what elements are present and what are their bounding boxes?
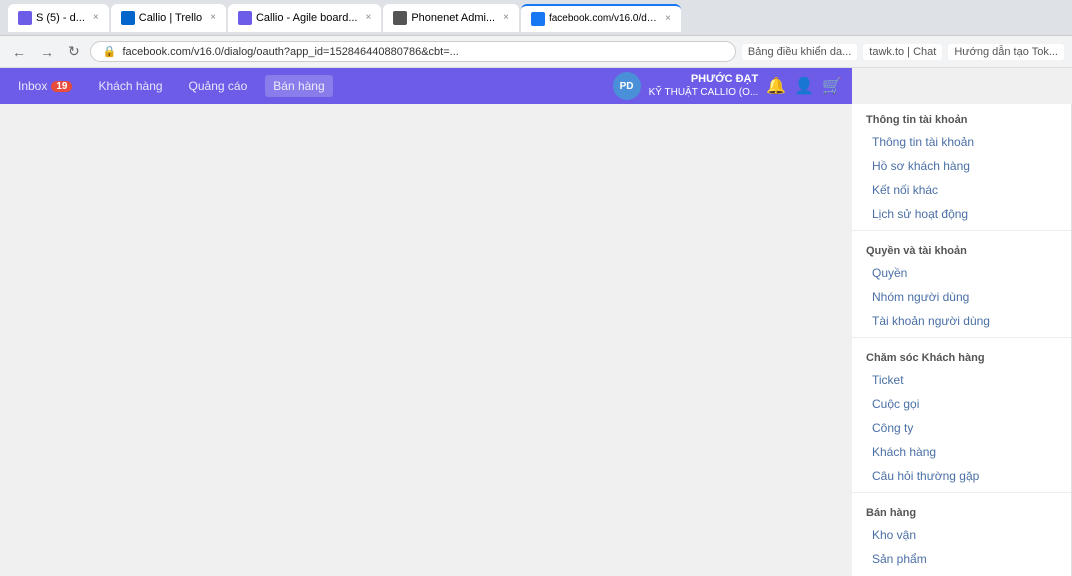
tab-favicon-3 (238, 11, 252, 25)
tab-2[interactable]: Callio | Trello × (111, 4, 226, 32)
sidebar: Thông tin tài khoản Thông tin tài khoản … (852, 104, 1072, 576)
sidebar-item-congty[interactable]: Công ty (852, 416, 1071, 440)
sidebar-item-cauhoi[interactable]: Câu hỏi thường gặp (852, 464, 1071, 488)
sidebar-item-cuocgoi[interactable]: Cuộc gọi (852, 392, 1071, 416)
nav-banhang-label: Bán hàng (273, 79, 324, 93)
lock-icon: 🔒 (103, 45, 117, 58)
tab-label-2: Callio | Trello (139, 12, 202, 24)
tab-close-5[interactable]: × (665, 13, 671, 24)
tab-close-1[interactable]: × (93, 12, 99, 23)
bookmark-1[interactable]: Bảng điều khiển da... (742, 44, 857, 60)
user-area: PD PHƯỚC ĐẠT KỸ THUẬT CALLIO (O... 🔔 👤 🛒 (613, 72, 842, 100)
bookmark-bar: Bảng điều khiển da... tawk.to | Chat Hướ… (742, 44, 1064, 60)
nav-banhang[interactable]: Bán hàng (265, 75, 332, 97)
sidebar-section-1-title: Thông tin tài khoản (852, 104, 1071, 130)
address-text: facebook.com/v16.0/dialog/oauth?app_id=1… (122, 46, 722, 58)
user-avatar: PD (613, 72, 641, 100)
sidebar-section-2-title: Quyền và tài khoản (852, 235, 1071, 261)
user-info: PHƯỚC ĐẠT KỸ THUẬT CALLIO (O... (649, 73, 759, 98)
sidebar-item-nhom[interactable]: Nhóm người dùng (852, 285, 1071, 309)
sidebar-item-ketnoikhac[interactable]: Kết nối khác (852, 178, 1071, 202)
reload-button[interactable]: ↻ (64, 41, 84, 62)
browser-chrome: S (5) - d... × Callio | Trello × Callio … (0, 0, 1072, 68)
sidebar-item-taikhoan[interactable]: Tài khoản người dùng (852, 309, 1071, 333)
inbox-badge: 19 (51, 81, 72, 92)
nav-khachhang-label: Khách hàng (98, 79, 162, 93)
tab-favicon-5 (531, 12, 545, 26)
tab-4[interactable]: Phonenet Admi... × (383, 4, 519, 32)
tab-label-3: Callio - Agile board... (256, 12, 358, 24)
tab-5-active[interactable]: facebook.com/v16.0/dialog/oauth?app_id=1… (521, 4, 681, 32)
sidebar-item-sanpham[interactable]: Sản phẩm (852, 547, 1071, 571)
bookmark-3[interactable]: Hướng dẫn tạo Tok... (948, 44, 1064, 60)
nav-quangcao-label: Quảng cáo (189, 79, 248, 93)
main-layout: Inbox 19 Khách hàng Quảng cáo Bán hàng P… (0, 68, 1072, 576)
tab-bar: S (5) - d... × Callio | Trello × Callio … (0, 0, 1072, 36)
sidebar-item-hosokhachhang[interactable]: Hồ sơ khách hàng (852, 154, 1071, 178)
tab-1[interactable]: S (5) - d... × (8, 4, 109, 32)
sidebar-section-4-title: Bán hàng (852, 497, 1071, 523)
tab-3[interactable]: Callio - Agile board... × (228, 4, 381, 32)
tab-close-4[interactable]: × (503, 12, 509, 23)
tab-label-5: facebook.com/v16.0/dialog/oauth?app_id=1… (549, 13, 657, 24)
cart-icon[interactable]: 🛒 (822, 76, 842, 96)
sidebar-section-3-title: Chăm sóc Khách hàng (852, 342, 1071, 368)
user-icon[interactable]: 👤 (794, 76, 814, 96)
address-bar-row: ← → ↻ 🔒 facebook.com/v16.0/dialog/oauth?… (0, 36, 1072, 68)
sidebar-item-khovan[interactable]: Kho vận (852, 523, 1071, 547)
sidebar-item-khachhang[interactable]: Khách hàng (852, 440, 1071, 464)
top-nav: Inbox 19 Khách hàng Quảng cáo Bán hàng P… (0, 68, 852, 104)
browser-tabs: S (5) - d... × Callio | Trello × Callio … (8, 4, 1064, 32)
nav-inbox[interactable]: Inbox 19 (10, 75, 80, 97)
sidebar-item-lichsu[interactable]: Lịch sử hoạt động (852, 202, 1071, 226)
nav-inbox-label: Inbox (18, 79, 47, 93)
back-button[interactable]: ← (8, 42, 30, 62)
tab-favicon-4 (393, 11, 407, 25)
forward-button[interactable]: → (36, 42, 58, 62)
tab-label-4: Phonenet Admi... (411, 12, 495, 24)
bell-icon[interactable]: 🔔 (766, 76, 786, 96)
divider-3 (852, 492, 1071, 493)
tab-close-2[interactable]: × (210, 12, 216, 23)
divider-2 (852, 337, 1071, 338)
user-subtitle: KỸ THUẬT CALLIO (O... (649, 87, 759, 99)
address-bar[interactable]: 🔒 facebook.com/v16.0/dialog/oauth?app_id… (90, 41, 736, 62)
sidebar-item-quyen[interactable]: Quyền (852, 261, 1071, 285)
sidebar-item-thongtin[interactable]: Thông tin tài khoản (852, 130, 1071, 154)
user-name: PHƯỚC ĐẠT (649, 73, 759, 86)
tab-favicon-2 (121, 11, 135, 25)
sidebar-item-ticket[interactable]: Ticket (852, 368, 1071, 392)
tab-close-3[interactable]: × (365, 12, 371, 23)
nav-quangcao[interactable]: Quảng cáo (181, 75, 256, 97)
tab-label-1: S (5) - d... (36, 12, 85, 24)
tab-favicon-1 (18, 11, 32, 25)
divider-1 (852, 230, 1071, 231)
bookmark-2[interactable]: tawk.to | Chat (863, 44, 942, 60)
nav-khachhang[interactable]: Khách hàng (90, 75, 170, 97)
